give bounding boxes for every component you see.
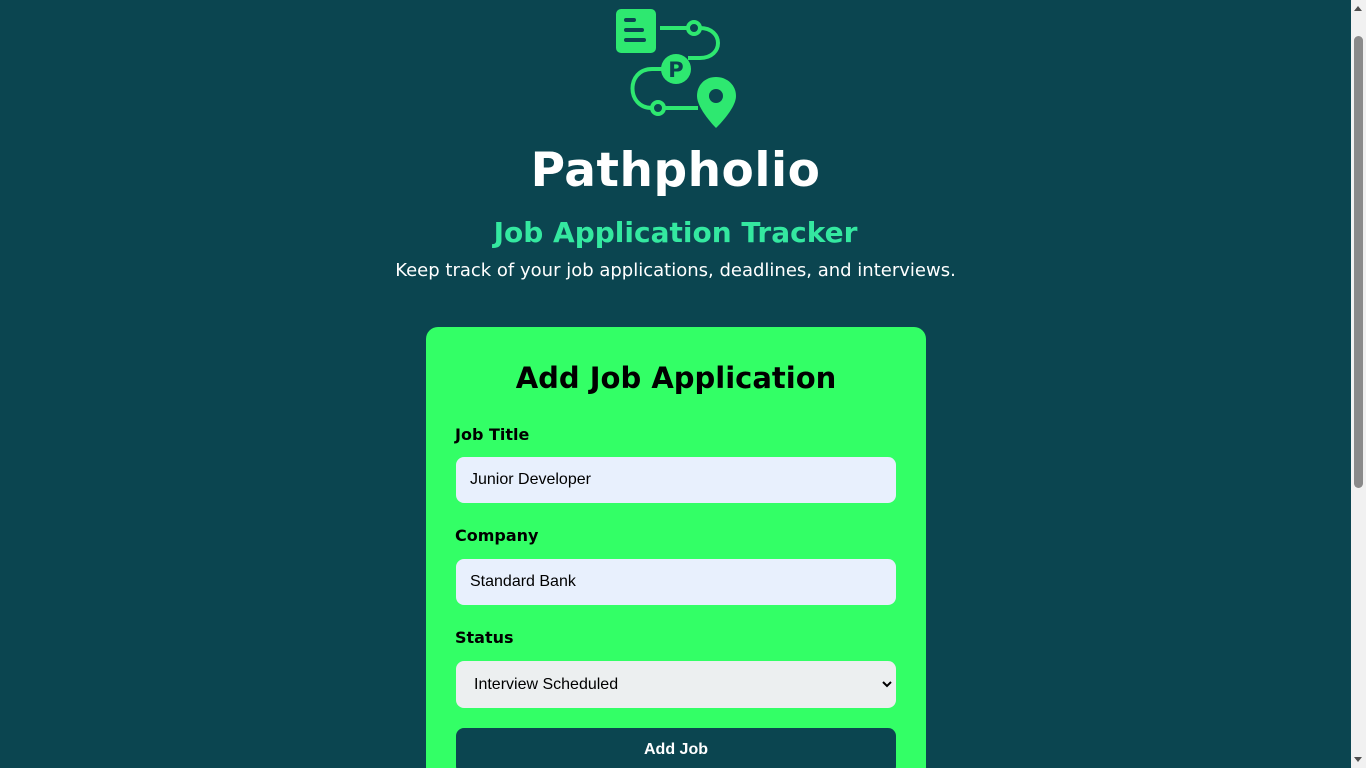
form-title: Add Job Application: [515, 361, 837, 395]
company-input[interactable]: Standard Bank: [456, 559, 896, 605]
brand-title: Pathpholio: [530, 143, 821, 198]
scroll-down-icon[interactable]: [1354, 757, 1362, 762]
job-title-input[interactable]: Junior Developer: [456, 457, 896, 503]
svg-text:P: P: [668, 58, 683, 82]
subtitle: Keep track of your job applications, dea…: [395, 260, 956, 281]
scroll-up-icon[interactable]: [1354, 6, 1362, 11]
company-label: Company: [455, 526, 539, 545]
page: P Pathpholio Job Application Tracker Kee…: [0, 0, 1366, 768]
tagline: Job Application Tracker: [493, 216, 858, 249]
status-select[interactable]: Interview Scheduled: [456, 661, 896, 708]
job-title-label: Job Title: [455, 425, 530, 444]
status-label: Status: [455, 628, 514, 647]
scrollbar-thumb[interactable]: [1354, 36, 1363, 488]
pathpholio-logo-icon: P: [616, 9, 736, 128]
vertical-scrollbar[interactable]: [1351, 0, 1366, 768]
chevron-down-icon: [882, 681, 892, 688]
add-job-button[interactable]: Add Job: [456, 728, 896, 768]
status-selected-value: Interview Scheduled: [474, 676, 619, 693]
add-job-form-card: Add Job Application Job Title Junior Dev…: [426, 327, 926, 768]
